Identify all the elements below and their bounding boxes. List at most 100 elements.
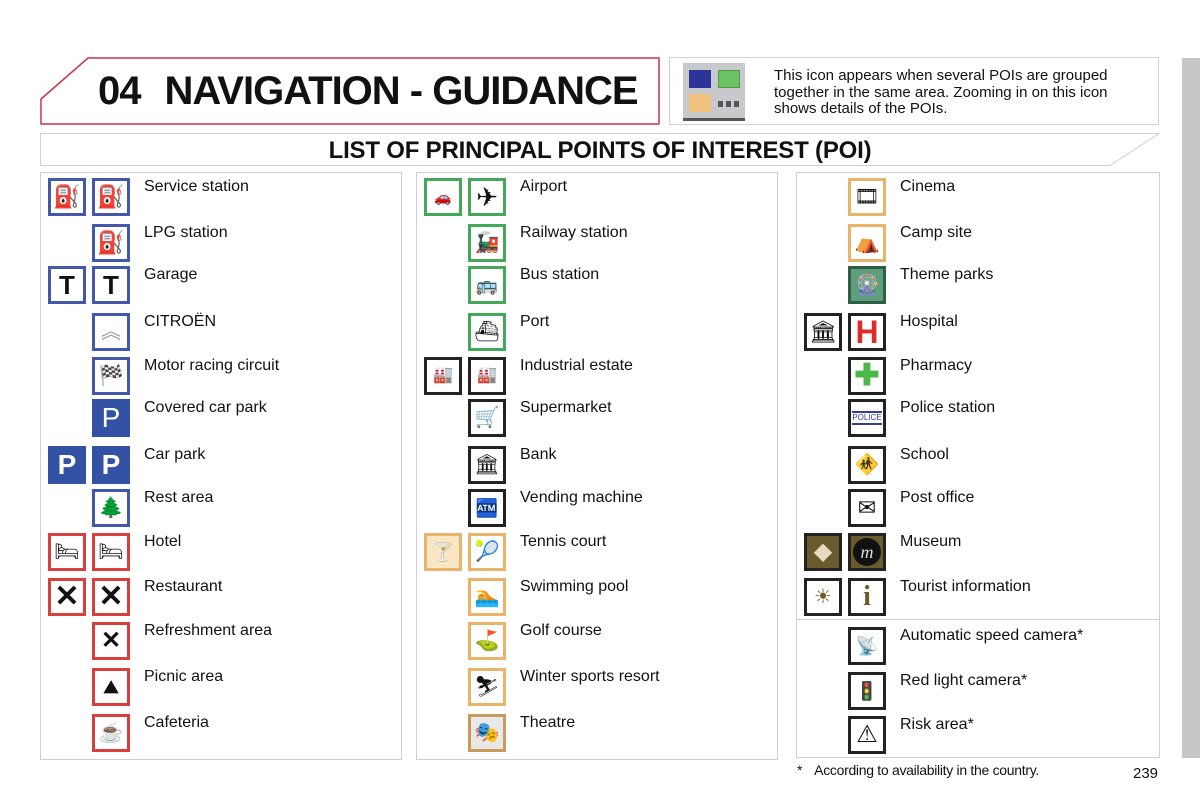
poi-label: Refreshment area	[144, 622, 273, 639]
poi-label: Car park	[144, 446, 206, 463]
tent-caravan-icon: ⛺	[848, 224, 886, 262]
bus-icon: 🚌	[468, 266, 506, 304]
poi-row-picnic-area: ⛰ Picnic area	[41, 663, 401, 707]
poi-label: Theatre	[520, 714, 576, 731]
poi-row-vending-machine: 🏧 Vending machine	[417, 484, 777, 528]
bank-icon: 🏛	[468, 446, 506, 484]
poi-label: Tourist information	[900, 578, 1031, 595]
ship-icon: ⛴	[468, 313, 506, 351]
poi-row-school: 🚸 School	[797, 441, 1159, 485]
poi-row-cinema: 🎞 Cinema	[797, 173, 1159, 217]
poi-row-pharmacy: ✚ Pharmacy	[797, 352, 1159, 396]
cluster-square-orange	[689, 94, 711, 112]
children-icon: 🚸	[848, 446, 886, 484]
poi-row-winter-sports: ⛷ Winter sports resort	[417, 663, 777, 707]
poi-row-tennis-court: 🍸 🎾 Tennis court	[417, 528, 777, 572]
citroen-logo-icon: ︽	[92, 313, 130, 351]
poi-label: Automatic speed camera*	[900, 627, 1084, 644]
section-title: LIST OF PRINCIPAL POINTS OF INTEREST (PO…	[328, 137, 872, 164]
leisure-group-icon: 🍸	[424, 533, 462, 571]
hospital-h-icon: H	[848, 313, 886, 351]
poi-row-car-park: P P Car park	[41, 441, 401, 485]
poi-row-refreshment-area: ✕ Refreshment area	[41, 617, 401, 661]
poi-label: Hospital	[900, 313, 958, 330]
chapter-title-banner: 04 NAVIGATION - GUIDANCE	[40, 57, 660, 125]
poi-label: Cinema	[900, 178, 956, 195]
poi-label: Hotel	[144, 533, 182, 550]
industry-group-icon: 🏭	[468, 357, 506, 395]
poi-label: Bus station	[520, 266, 600, 283]
covered-parking-icon: P	[92, 399, 130, 437]
poi-row-restaurant: ✕ ✕ Restaurant	[41, 573, 401, 617]
info-i-icon: i	[848, 578, 886, 616]
poi-column-3: 🎞 Cinema ⛺ Camp site 🎡 Theme parks 🏛 H H…	[796, 172, 1160, 758]
poi-label: Bank	[520, 446, 557, 463]
poi-row-citroen: ︽ CITROËN	[41, 308, 401, 352]
poi-label: Theme parks	[900, 266, 994, 283]
poi-label: Museum	[900, 533, 962, 550]
poi-label: Pharmacy	[900, 357, 973, 374]
parking-icon: P	[48, 446, 86, 484]
poi-row-hospital: 🏛 H Hospital	[797, 308, 1159, 352]
picnic-table-icon: ⛰	[92, 668, 130, 706]
theatre-icon: 🎭	[468, 714, 506, 752]
chapter-name: NAVIGATION - GUIDANCE	[164, 69, 639, 113]
poi-row-railway-station: 🚂 Railway station	[417, 219, 777, 263]
footnote-text: According to availability in the country…	[814, 762, 1039, 778]
cluster-square-blue	[689, 70, 711, 88]
wrench-icon: T	[92, 266, 130, 304]
public-building-icon: 🏛	[804, 313, 842, 351]
poi-row-rest-area: 🌲 Rest area	[41, 484, 401, 528]
envelope-icon: ✉	[848, 489, 886, 527]
poi-row-service-station: ⛽ ⛽ Service station	[41, 173, 401, 217]
poi-column-2: 🚗 ✈ Airport 🚂 Railway station 🚌 Bus stat…	[416, 172, 778, 760]
poi-row-port: ⛴ Port	[417, 308, 777, 352]
bed-icon: 🛏	[48, 533, 86, 571]
speed-camera-icon: 📡	[848, 627, 886, 665]
poi-label: Post office	[900, 489, 975, 506]
museum-m-glyph: m	[853, 538, 881, 566]
poi-label: Tennis court	[520, 533, 607, 550]
poi-label: Picnic area	[144, 668, 224, 685]
police-label-glyph: POLICE	[852, 411, 882, 425]
red-light-camera-icon: 🚦	[848, 672, 886, 710]
poi-label: Police station	[900, 399, 996, 416]
poi-label: Motor racing circuit	[144, 357, 280, 374]
parking-icon: P	[92, 446, 130, 484]
poi-row-swimming-pool: 🏊 Swimming pool	[417, 573, 777, 617]
film-icon: 🎞	[848, 178, 886, 216]
fork-spoon-icon: ✕	[92, 578, 130, 616]
industry-group-icon: 🏭	[424, 357, 462, 395]
poi-label: Garage	[144, 266, 198, 283]
swimmer-icon: 🏊	[468, 578, 506, 616]
poi-row-covered-car-park: P Covered car park	[41, 394, 401, 438]
poi-label: Supermarket	[520, 399, 612, 416]
transport-group-icon: 🚗	[424, 178, 462, 216]
police-icon: POLICE	[848, 399, 886, 437]
bed-icon: 🛏	[92, 533, 130, 571]
poi-label: Cafeteria	[144, 714, 209, 731]
poi-row-post-office: ✉ Post office	[797, 484, 1159, 528]
poi-row-industrial-estate: 🏭 🏭 Industrial estate	[417, 352, 777, 396]
golfer-icon: ⛳	[468, 622, 506, 660]
section-title-banner: LIST OF PRINCIPAL POINTS OF INTEREST (PO…	[40, 133, 1160, 166]
monument-icon: ◆	[804, 533, 842, 571]
chapter-side-tab	[1182, 58, 1200, 758]
poi-label: School	[900, 446, 949, 463]
poi-row-hotel: 🛏 🛏 Hotel	[41, 528, 401, 572]
airplane-icon: ✈	[468, 178, 506, 216]
fork-spoon-icon: ✕	[48, 578, 86, 616]
poi-row-golf-course: ⛳ Golf course	[417, 617, 777, 661]
poi-row-camp-site: ⛺ Camp site	[797, 219, 1159, 263]
rest-area-icon: 🌲	[92, 489, 130, 527]
poi-row-museum: ◆ m Museum	[797, 528, 1159, 572]
poi-row-airport: 🚗 ✈ Airport	[417, 173, 777, 217]
chapter-title: 04 NAVIGATION - GUIDANCE	[98, 69, 639, 114]
poi-row-speed-camera: 📡 Automatic speed camera*	[797, 622, 1159, 666]
poi-row-motor-racing: 🏁 Motor racing circuit	[41, 352, 401, 396]
tennis-player-icon: 🎾	[468, 533, 506, 571]
poi-label: Railway station	[520, 224, 628, 241]
poi-label: Service station	[144, 178, 249, 195]
shopping-cart-icon: 🛒	[468, 399, 506, 437]
museum-m-icon: m	[848, 533, 886, 571]
